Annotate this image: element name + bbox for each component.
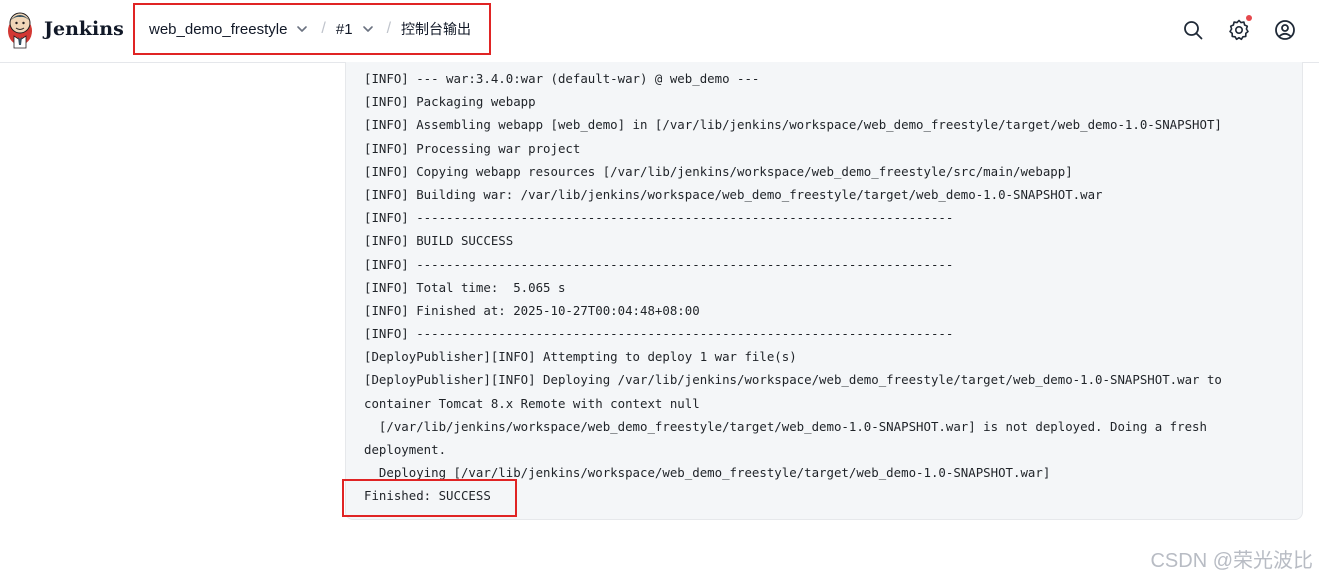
notification-dot xyxy=(1246,15,1252,21)
console-line: [INFO] Copying webapp resources [/var/li… xyxy=(364,163,1073,179)
user-circle-icon[interactable] xyxy=(1273,18,1297,42)
console-line: deployment. xyxy=(364,442,447,457)
watermark: CSDN @荣光波比 xyxy=(1150,550,1313,572)
breadcrumb-console-output[interactable]: 控制台输出 xyxy=(401,19,471,39)
breadcrumb-separator: / xyxy=(321,20,326,37)
console-line: [INFO] Assembling webapp [web_demo] in [… xyxy=(364,117,1222,133)
console-line: [INFO] Finished at: 2025-10-27T00:04:48+… xyxy=(364,302,700,318)
chevron-down-icon[interactable] xyxy=(295,22,309,36)
jenkins-logo-icon[interactable] xyxy=(4,10,36,50)
console-line: [INFO] ---------------------------------… xyxy=(364,256,954,272)
breadcrumb-separator: / xyxy=(386,20,392,37)
console-line: [INFO] Total time: 5.065 s xyxy=(364,279,566,295)
console-line: [/var/lib/jenkins/workspace/web_demo_fre… xyxy=(364,418,1207,434)
console-line: [INFO] Building war: /var/lib/jenkins/wo… xyxy=(364,186,1103,202)
jenkins-brand[interactable]: Jenkins xyxy=(44,18,124,40)
top-bar: Jenkins web_demo_freestyle / #1 / 控制台输出 xyxy=(0,0,1319,63)
console-line: [DeployPublisher][INFO] Deploying /var/l… xyxy=(364,372,1222,388)
search-icon[interactable] xyxy=(1181,18,1205,42)
gear-icon[interactable] xyxy=(1227,18,1251,42)
console-line: [INFO] Processing war project xyxy=(364,140,581,156)
console-output-panel[interactable]: [INFO] --- war:3.4.0:war (default-war) @… xyxy=(345,62,1303,520)
console-line: [INFO] Packaging webapp xyxy=(364,94,536,110)
console-line: [INFO] BUILD SUCCESS xyxy=(364,233,514,249)
console-line: [INFO] ---------------------------------… xyxy=(364,326,954,342)
finished-status-highlight xyxy=(342,479,517,517)
console-line: [INFO] --- war:3.4.0:war (default-war) @… xyxy=(364,71,760,86)
chevron-down-icon[interactable] xyxy=(361,22,375,36)
breadcrumb-build[interactable]: #1 xyxy=(336,21,353,38)
console-line: [INFO] ---------------------------------… xyxy=(364,210,954,226)
console-line: [DeployPublisher][INFO] Attempting to de… xyxy=(364,349,797,365)
breadcrumb: web_demo_freestyle / #1 / 控制台输出 xyxy=(133,3,491,55)
console-line: container Tomcat 8.x Remote with context… xyxy=(364,395,700,411)
breadcrumb-job[interactable]: web_demo_freestyle xyxy=(149,21,287,38)
console-log: [INFO] --- war:3.4.0:war (default-war) @… xyxy=(364,67,1284,508)
